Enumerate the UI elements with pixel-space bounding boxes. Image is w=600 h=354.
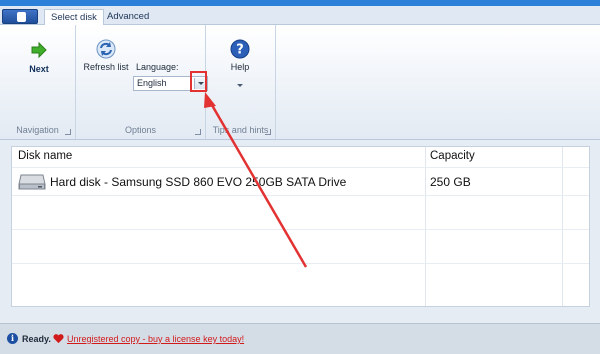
column-divider (562, 147, 563, 306)
column-divider (425, 147, 426, 306)
help-icon: ? (230, 39, 250, 59)
refresh-list-button[interactable]: Refresh list (82, 39, 130, 72)
help-button-label: Help (230, 62, 250, 72)
annotation-highlight-box (190, 71, 207, 92)
green-arrow-icon (31, 41, 47, 59)
info-icon: i (7, 333, 18, 344)
next-button-label: Next (29, 64, 49, 74)
row-divider (12, 229, 589, 230)
ribbon-tab-row: Select disk Advanced (0, 6, 600, 26)
tab-advanced[interactable]: Advanced (101, 9, 155, 26)
refresh-icon (96, 39, 116, 59)
refresh-list-label: Refresh list (83, 62, 129, 72)
tips-dialog-launcher-icon[interactable] (265, 129, 271, 135)
disk-list: Disk name Capacity Hard disk - Samsung S… (11, 146, 590, 307)
options-group-label: Options (124, 125, 157, 135)
language-select-value: English (137, 78, 167, 88)
column-header-capacity[interactable]: Capacity (430, 150, 475, 162)
hard-disk-icon (18, 174, 46, 190)
heart-icon (53, 334, 64, 344)
tab-select-disk[interactable]: Select disk (44, 9, 104, 26)
column-header-disk-name[interactable]: Disk name (18, 150, 72, 162)
status-bar: i Ready. Unregistered copy - buy a licen… (0, 323, 600, 354)
capacity-cell: 250 GB (430, 175, 471, 189)
app-logo-icon (17, 12, 26, 22)
navigation-dialog-launcher-icon[interactable] (65, 129, 71, 135)
language-label: Language: (136, 62, 179, 72)
row-divider (12, 263, 589, 264)
app-menu-button[interactable] (2, 9, 38, 24)
navigation-group-label: Navigation (16, 125, 59, 135)
status-ready-text: Ready. (22, 334, 51, 344)
options-dialog-launcher-icon[interactable] (195, 129, 201, 135)
svg-text:?: ? (236, 43, 244, 58)
row-divider (12, 195, 589, 196)
buy-license-link[interactable]: Unregistered copy - buy a license key to… (67, 334, 244, 344)
content-padding (0, 308, 600, 322)
navigation-group: Next Navigation (0, 25, 76, 139)
header-divider (12, 167, 589, 168)
next-button[interactable]: Next (22, 41, 56, 74)
ribbon: Next Navigation Options Refresh list Lan… (0, 25, 600, 140)
help-button[interactable]: ? Help (222, 39, 258, 87)
disk-name-cell: Hard disk - Samsung SSD 860 EVO 250GB SA… (50, 175, 347, 189)
help-chevron-down-icon[interactable] (237, 84, 243, 87)
